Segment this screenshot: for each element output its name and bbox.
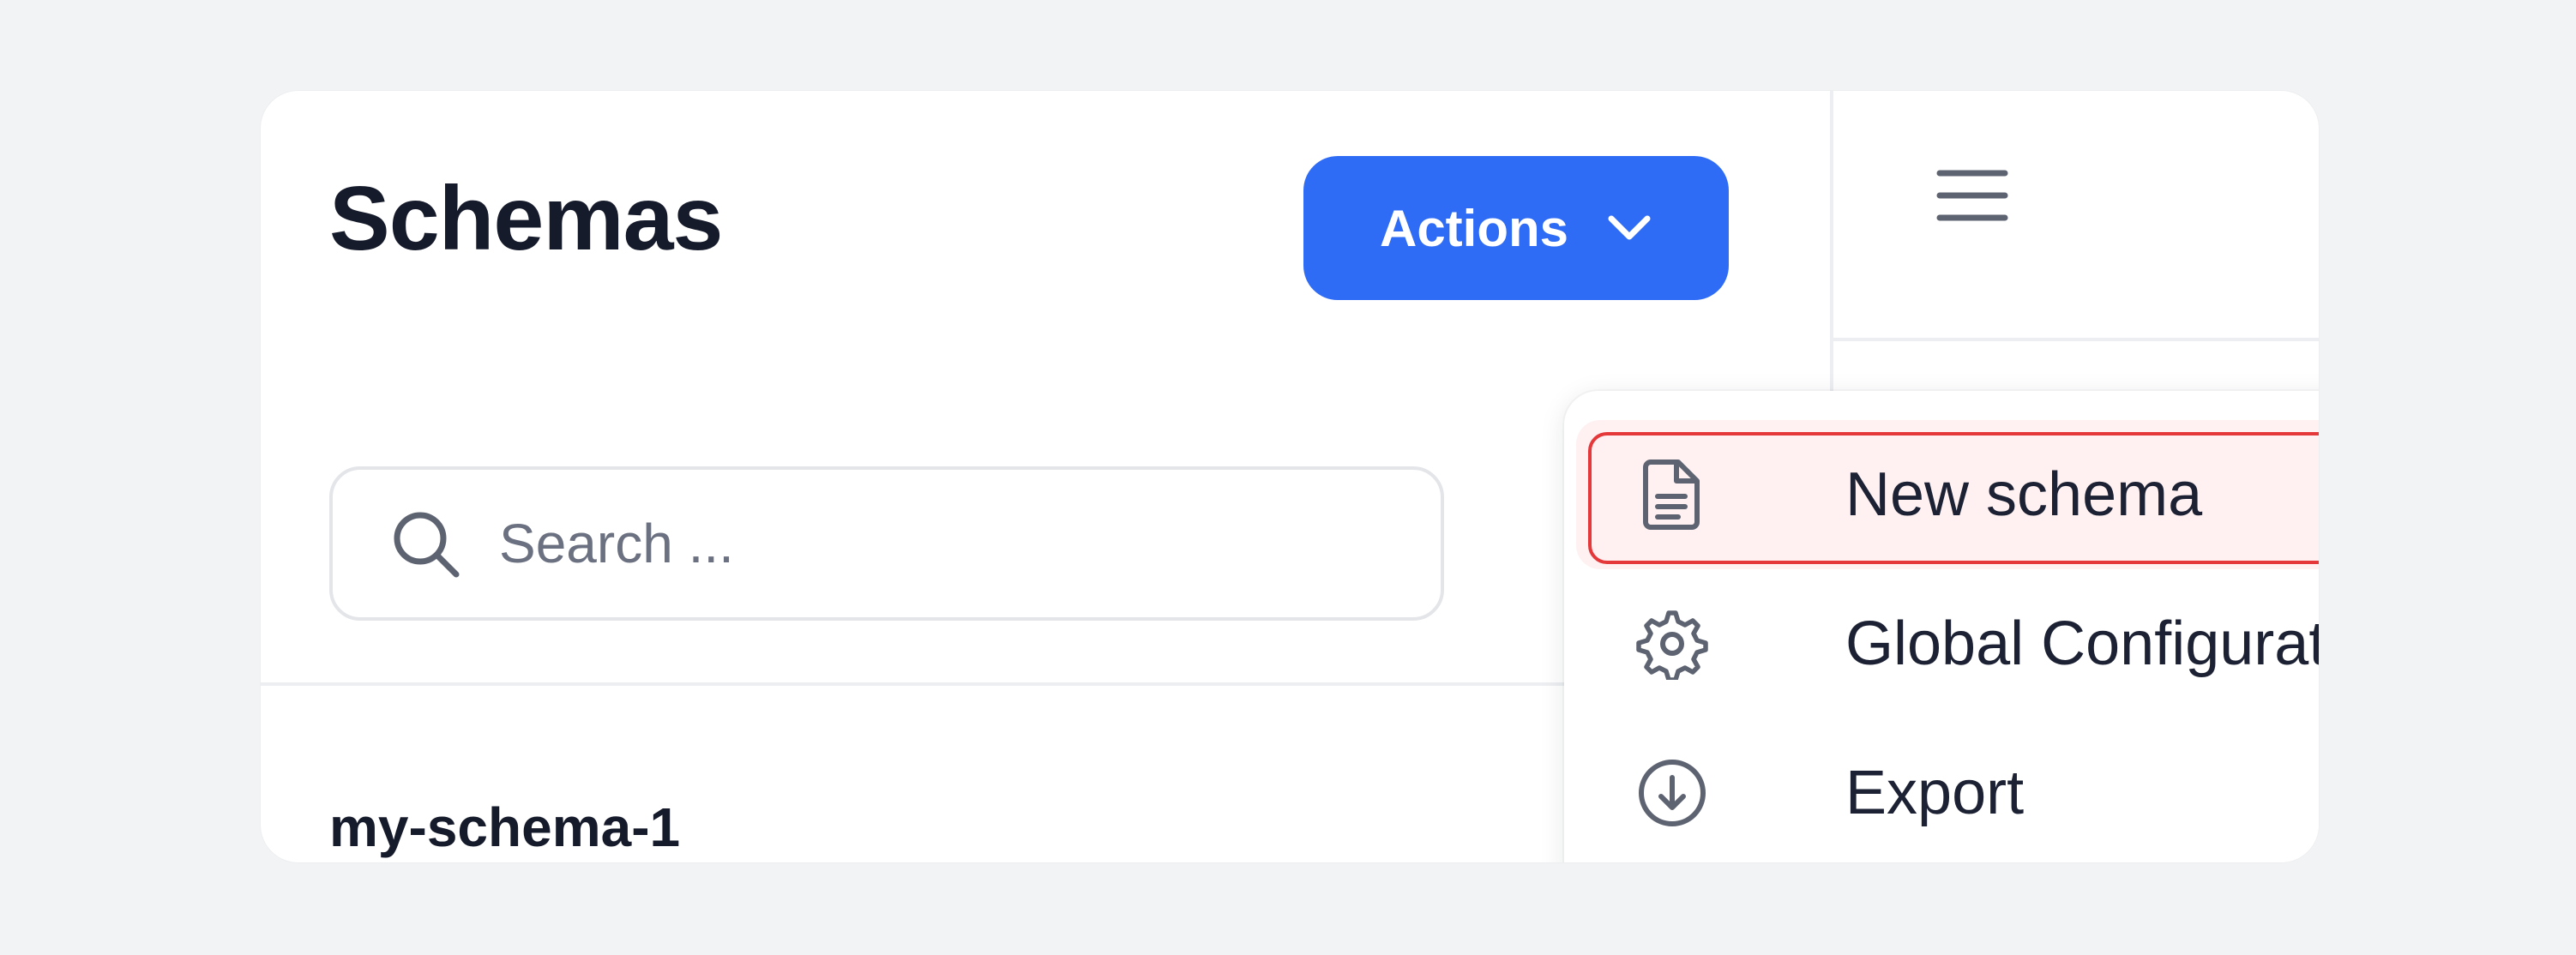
menu-item-label: Global Configuration (1845, 610, 2319, 678)
search-input[interactable] (499, 512, 1271, 575)
actions-button-label: Actions (1379, 199, 1569, 257)
search-icon (394, 512, 460, 578)
menu-item-global-configuration[interactable]: Global Configuration (1564, 569, 2319, 718)
menu-item-label: Export (1845, 759, 2025, 827)
gear-icon (1636, 608, 1708, 680)
window-background: Schemas Actions my-schema-1 v1 na Co (0, 0, 2576, 955)
menu-item-label: New schema (1845, 460, 2203, 529)
download-circle-icon (1636, 757, 1708, 829)
actions-button[interactable]: Actions (1303, 156, 1729, 300)
hamburger-menu-icon[interactable] (1936, 168, 2008, 223)
page-title: Schemas (329, 168, 724, 269)
document-icon (1636, 459, 1708, 531)
chevron-down-icon (1608, 215, 1651, 240)
actions-dropdown-menu: New schema Global Configuration (1564, 391, 2319, 862)
search-box[interactable] (329, 466, 1444, 621)
schemas-card: Schemas Actions my-schema-1 v1 na Co (261, 91, 2319, 862)
right-panel-divider (1833, 338, 2319, 341)
menu-item-new-schema[interactable]: New schema (1564, 420, 2319, 569)
schema-list-item-name[interactable]: my-schema-1 (329, 796, 680, 859)
menu-item-export[interactable]: Export (1564, 718, 2319, 862)
